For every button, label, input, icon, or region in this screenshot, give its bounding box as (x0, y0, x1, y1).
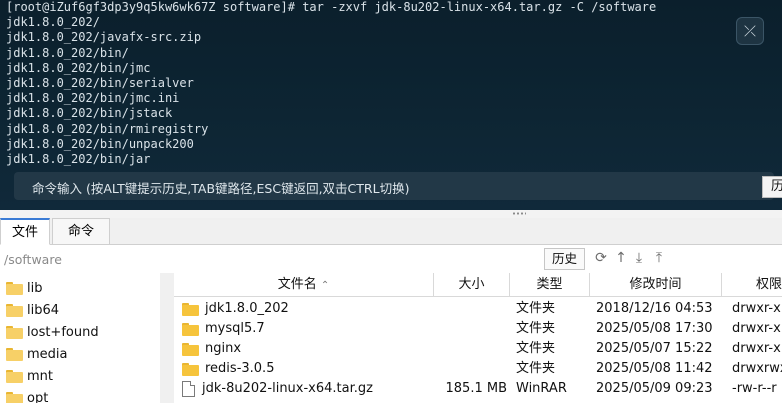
directory-tree: lib lib64 lost+found media mnt opt (0, 273, 160, 403)
column-header-name-label: 文件名 (277, 277, 317, 292)
command-input-hint: 命令输入 (按ALT键提示历史,TAB键路径,ESC键返回,双击CTRL切换) (32, 181, 410, 196)
path-bar: /software 历史 ⟳ ↑ ⤓ ⤒ (0, 245, 782, 273)
table-row[interactable]: jdk-8u202-linux-x64.tar.gz 185.1 MB WinR… (174, 379, 782, 399)
file-type: 文件夹 (516, 321, 556, 336)
file-icon (182, 381, 195, 397)
tree-item[interactable]: mnt (6, 365, 53, 387)
file-name: jdk-8u202-linux-x64.tar.gz (202, 381, 373, 396)
tree-item-label: lib64 (27, 302, 60, 318)
file-type: 文件夹 (516, 301, 556, 316)
file-modified: 2025/05/08 17:30 (596, 321, 713, 336)
file-size (434, 299, 507, 319)
column-header-size[interactable]: 大小 (434, 273, 510, 297)
folder-icon (182, 322, 199, 336)
column-header-modified[interactable]: 修改时间 (590, 273, 722, 297)
file-modified: 2025/05/08 11:42 (596, 361, 713, 376)
folder-icon (6, 325, 23, 339)
refresh-icon[interactable]: ⟳ (592, 249, 610, 267)
file-modified: 2025/05/07 15:22 (596, 341, 713, 356)
column-header-permissions[interactable]: 权限 (722, 273, 782, 297)
folder-icon (6, 281, 23, 295)
file-size (434, 319, 507, 339)
file-type: 文件夹 (516, 361, 556, 376)
file-list: 文件名 ⌃ 大小 类型 修改时间 权限 jdk1.8.0_202 文件夹 2018… (174, 273, 782, 403)
download-icon[interactable]: ⤓ (630, 249, 648, 267)
file-permissions: drwxr-x (732, 321, 781, 336)
folder-icon (6, 347, 23, 361)
tree-item[interactable]: opt (6, 387, 48, 403)
tree-item[interactable]: lib (6, 277, 42, 299)
table-row[interactable]: jdk1.8.0_202 文件夹 2018/12/16 04:53 drwxr-… (174, 299, 782, 319)
splitter-grip-icon[interactable] (512, 212, 526, 215)
terminal-line: jdk1.8.0_202/javafx-src.zip (6, 30, 202, 45)
terminal-line: jdk1.8.0_202/bin/jmc.ini (6, 91, 180, 106)
file-modified: 2018/12/16 04:53 (596, 301, 713, 316)
command-input-bar[interactable]: 命令输入 (按ALT键提示历史,TAB键路径,ESC键返回,双击CTRL切换) (14, 172, 774, 200)
up-arrow-icon[interactable]: ↑ (612, 249, 630, 267)
folder-icon (182, 362, 199, 376)
folder-icon (182, 302, 199, 316)
tree-item-label: lib (27, 280, 43, 296)
terminal-line: jdk1.8.0_202/bin/unpack200 (6, 136, 194, 151)
table-row[interactable]: redis-3.0.5 文件夹 2025/05/08 11:42 drwxrwx (174, 359, 782, 379)
terminal-line: jdk1.8.0_202/bin/jstack (6, 106, 173, 121)
tree-item-label: media (27, 346, 68, 362)
column-header-name[interactable]: 文件名 ⌃ (174, 273, 434, 297)
collapse-icon[interactable]: ⤫ (736, 17, 764, 45)
panel-splitter[interactable] (0, 210, 782, 218)
file-permissions: -rw-r--r (732, 381, 777, 396)
tree-item-label: opt (27, 390, 49, 403)
terminal-output: [root@iZuf6gf3dp3y9q5kw6wk67Z software]#… (6, 0, 656, 167)
tab-command[interactable]: 命令 (52, 218, 110, 245)
file-name: nginx (205, 341, 242, 356)
terminal-line: jdk1.8.0_202/bin/serialver (6, 76, 194, 91)
tree-item[interactable]: lib64 (6, 299, 59, 321)
file-type: 文件夹 (516, 341, 556, 356)
terminal-line: jdk1.8.0_202/bin/ (6, 45, 129, 60)
terminal-panel[interactable]: [root@iZuf6gf3dp3y9q5kw6wk67Z software]#… (0, 0, 782, 210)
tree-item-label: mnt (27, 368, 53, 384)
table-row[interactable]: nginx 文件夹 2025/05/07 15:22 drwxr-x (174, 339, 782, 359)
folder-icon (6, 303, 23, 317)
folder-icon (182, 342, 199, 356)
terminal-line: [root@iZuf6gf3dp3y9q5kw6wk67Z software]#… (6, 0, 657, 14)
column-header-type[interactable]: 类型 (510, 273, 590, 297)
tree-item[interactable]: media (6, 343, 68, 365)
command-history-button[interactable]: 历 (762, 176, 782, 198)
file-list-header: 文件名 ⌃ 大小 类型 修改时间 权限 (174, 273, 782, 297)
file-name: mysql5.7 (205, 321, 265, 336)
terminal-line: jdk1.8.0_202/bin/jar (6, 152, 151, 167)
file-permissions: drwxrwx (732, 361, 782, 376)
tree-scrollbar[interactable] (160, 273, 174, 403)
file-name: redis-3.0.5 (205, 361, 275, 376)
tab-files[interactable]: 文件 (0, 218, 50, 245)
file-permissions: drwxr-x (732, 341, 781, 356)
tree-item[interactable]: lost+found (6, 321, 99, 343)
path-history-button[interactable]: 历史 (544, 248, 585, 270)
terminal-line: jdk1.8.0_202/bin/rmiregistry (6, 121, 209, 136)
upload-icon[interactable]: ⤒ (650, 249, 668, 267)
file-type: WinRAR (516, 381, 567, 396)
file-modified: 2025/05/09 09:23 (596, 381, 713, 396)
file-size (434, 339, 507, 359)
sort-asc-icon: ⌃ (320, 280, 330, 291)
file-permissions: drwxr-x (732, 301, 781, 316)
tree-item-label: lost+found (27, 324, 99, 340)
table-row[interactable]: mysql5.7 文件夹 2025/05/08 17:30 drwxr-x (174, 319, 782, 339)
folder-icon (6, 369, 23, 383)
terminal-line: jdk1.8.0_202/ (6, 15, 100, 30)
terminal-line: jdk1.8.0_202/bin/jmc (6, 60, 151, 75)
path-input[interactable]: /software (4, 252, 62, 267)
file-size (434, 359, 507, 379)
folder-icon (6, 391, 23, 403)
file-size: 185.1 MB (445, 381, 507, 396)
file-name: jdk1.8.0_202 (205, 301, 289, 316)
tab-strip: 文件 命令 (0, 218, 782, 245)
